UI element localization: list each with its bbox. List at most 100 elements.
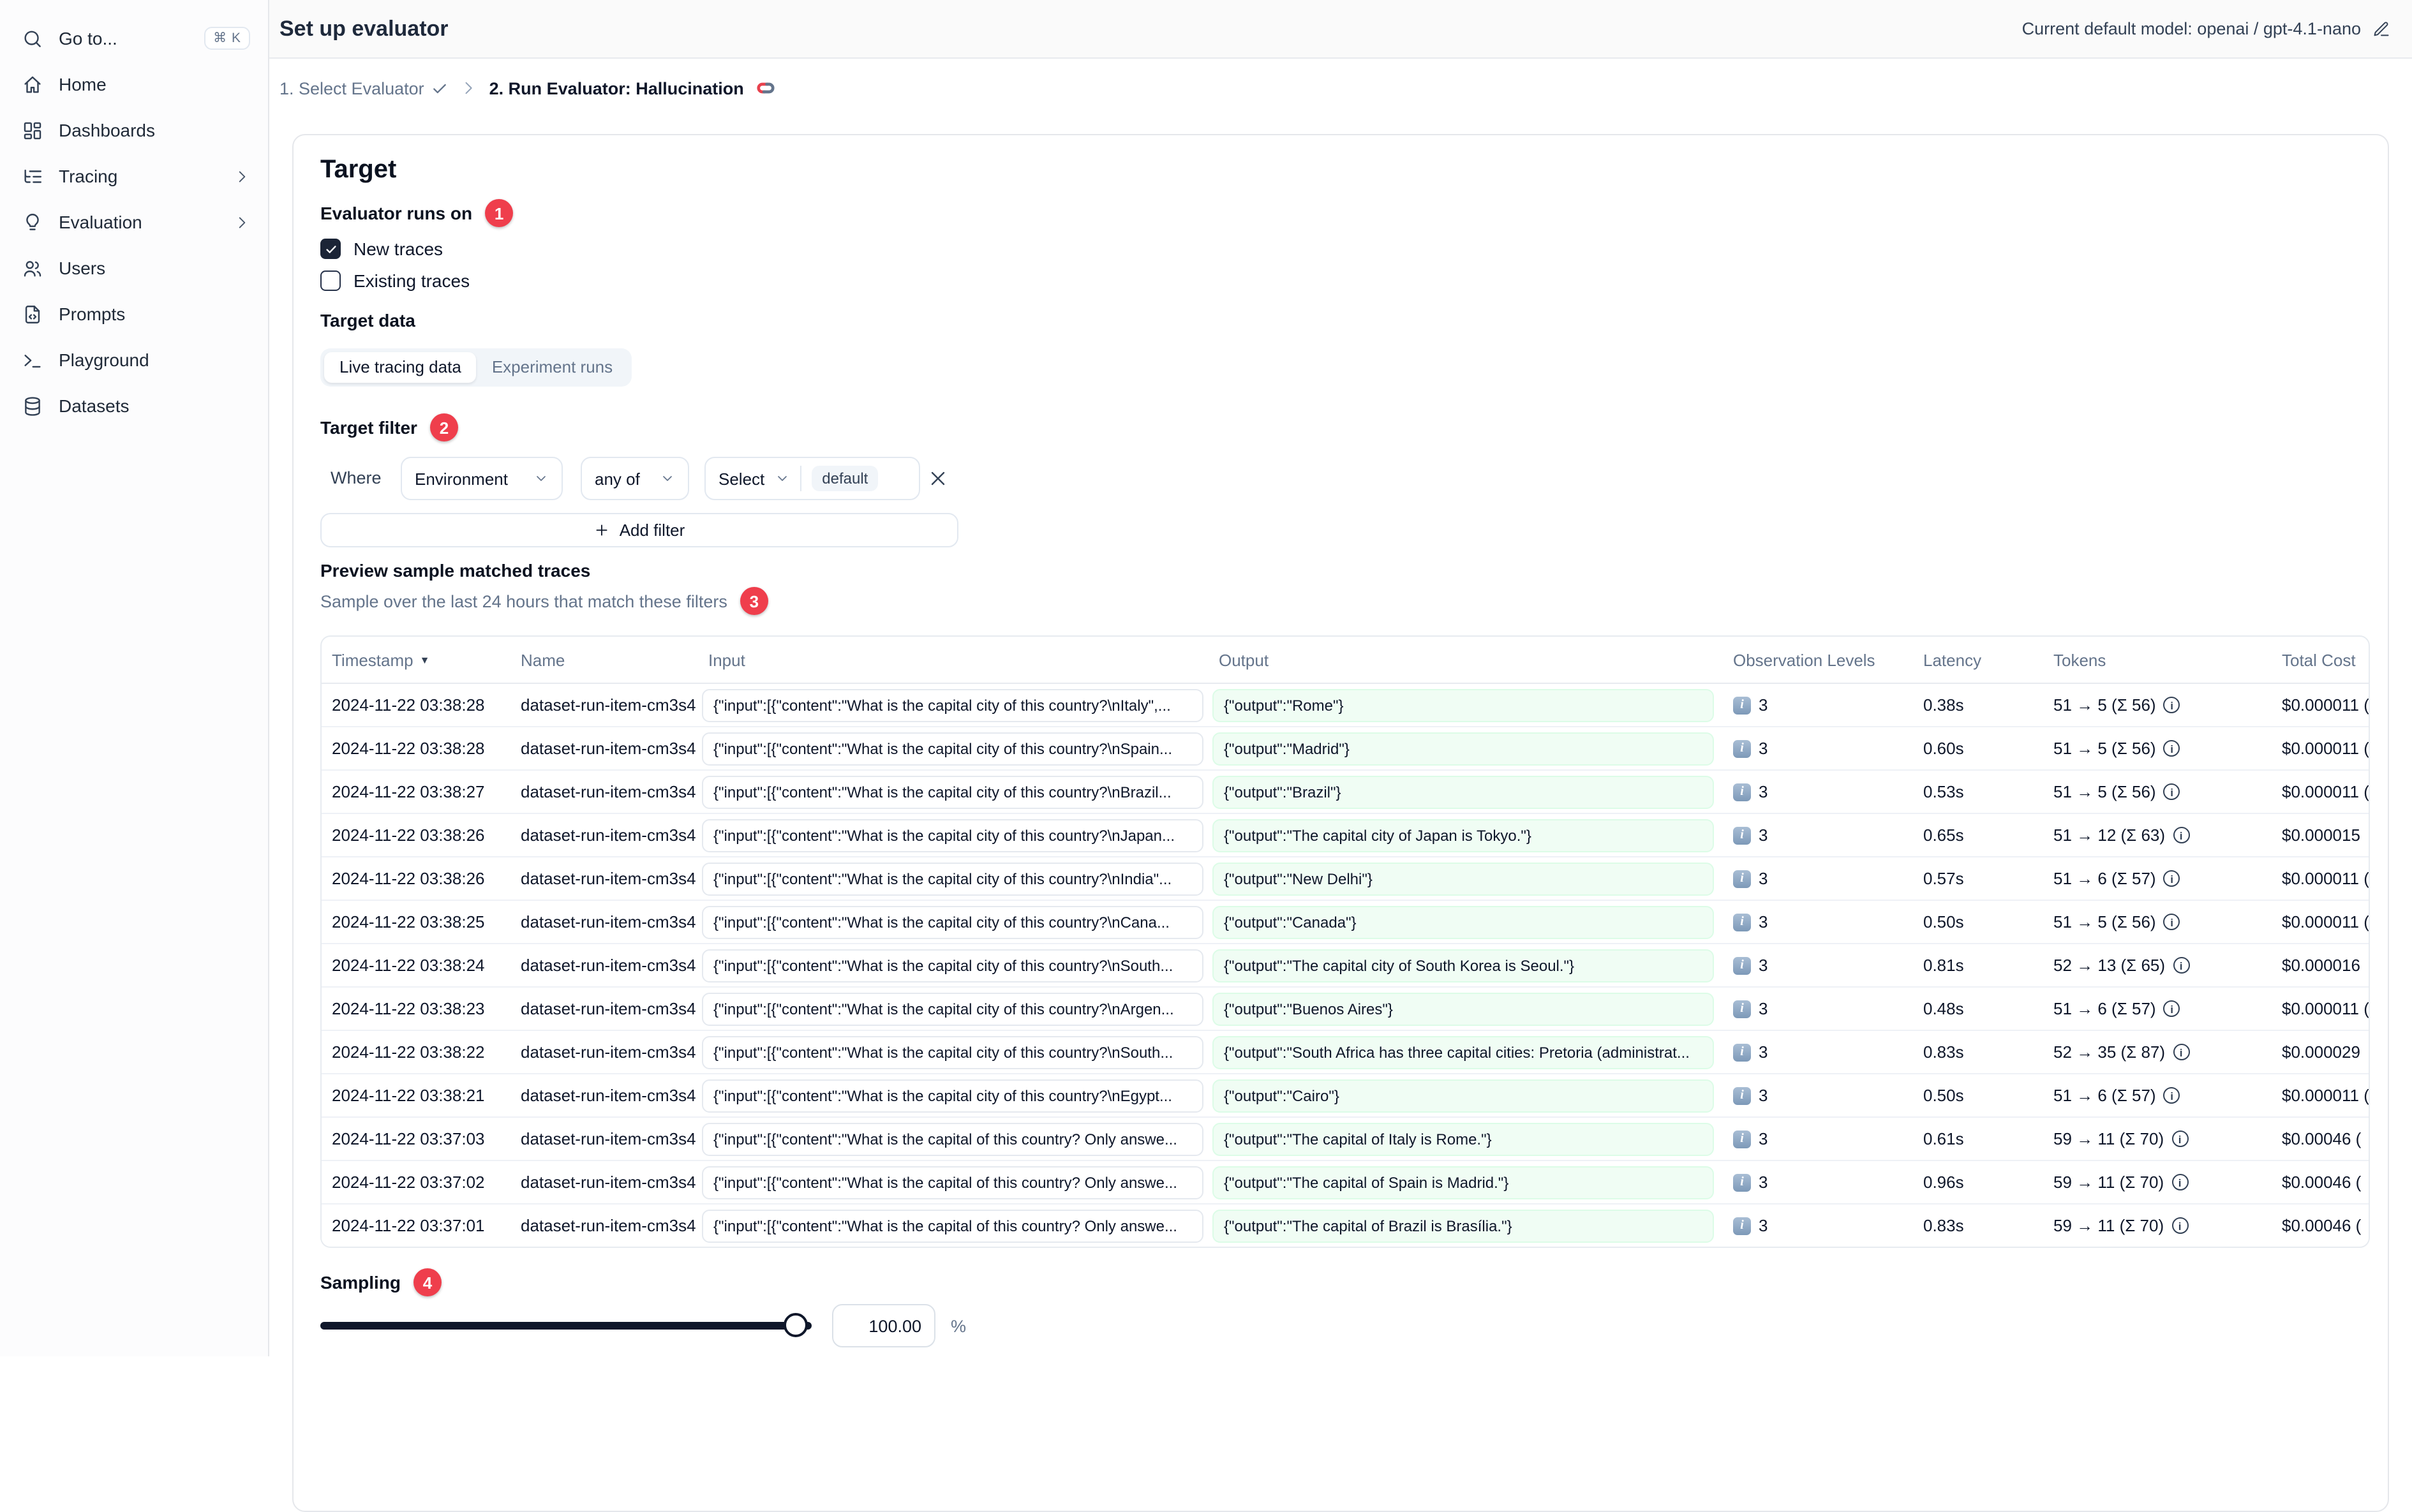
sampling-slider-track[interactable]	[320, 1322, 812, 1330]
input-chip[interactable]: {"input":[{"content":"What is the capita…	[702, 1209, 1203, 1242]
filter-value-select[interactable]: Select default	[704, 457, 920, 500]
input-chip[interactable]: {"input":[{"content":"What is the capita…	[702, 1122, 1203, 1155]
output-chip[interactable]: {"output":"The capital city of Japan is …	[1212, 819, 1714, 852]
divider	[800, 466, 802, 491]
input-chip[interactable]: {"input":[{"content":"What is the capita…	[702, 1035, 1203, 1069]
cell-latency: 0.50s	[1923, 912, 1964, 931]
output-chip[interactable]: {"output":"Canada"}	[1212, 905, 1714, 938]
cell-timestamp: 2024-11-22 03:38:28	[332, 739, 485, 758]
input-chip[interactable]: {"input":[{"content":"What is the capita…	[702, 905, 1203, 938]
input-chip[interactable]: {"input":[{"content":"What is the capita…	[702, 992, 1203, 1025]
info-emoji-icon: i	[1733, 1086, 1751, 1104]
cell-latency: 0.57s	[1923, 869, 1964, 888]
cell-timestamp: 2024-11-22 03:38:28	[332, 695, 485, 715]
cell-total-cost: $0.000011 (	[2282, 782, 2369, 801]
output-chip[interactable]: {"output":"Rome"}	[1212, 688, 1714, 722]
checkbox-existing-traces[interactable]: Existing traces	[320, 267, 470, 295]
table-row[interactable]: 2024-11-22 03:38:21 dataset-run-item-cm3s…	[322, 1074, 2369, 1118]
table-row[interactable]: 2024-11-22 03:38:27 dataset-run-item-cm3s…	[322, 771, 2369, 814]
cell-timestamp: 2024-11-22 03:38:22	[332, 1042, 485, 1062]
input-chip[interactable]: {"input":[{"content":"What is the capita…	[702, 862, 1203, 895]
knot-icon	[754, 77, 777, 100]
output-chip[interactable]: {"output":"The capital of Italy is Rome.…	[1212, 1122, 1714, 1155]
info-circle-icon: i	[2171, 1217, 2189, 1234]
chevron-down-icon	[775, 471, 790, 486]
table-row[interactable]: 2024-11-22 03:38:25 dataset-run-item-cm3s…	[322, 901, 2369, 944]
lightbulb-icon	[22, 211, 43, 233]
table-row[interactable]: 2024-11-22 03:37:03 dataset-run-item-cm3s…	[322, 1118, 2369, 1161]
output-chip[interactable]: {"output":"Madrid"}	[1212, 732, 1714, 765]
sidebar-item-prompts[interactable]: Prompts	[0, 291, 268, 337]
input-chip[interactable]: {"input":[{"content":"What is the capita…	[702, 819, 1203, 852]
input-chip[interactable]: {"input":[{"content":"What is the capita…	[702, 732, 1203, 765]
cell-input: {"input":[{"content":"What is the capita…	[698, 775, 1209, 808]
cell-name: dataset-run-item-cm3s4	[521, 739, 696, 758]
info-emoji-icon: i	[1733, 783, 1751, 801]
table-row[interactable]: 2024-11-22 03:38:28 dataset-run-item-cm3s…	[322, 727, 2369, 771]
input-chip[interactable]: {"input":[{"content":"What is the capita…	[702, 1079, 1203, 1112]
cell-latency: 0.61s	[1923, 1129, 1964, 1148]
checkbox-new-traces[interactable]: New traces	[320, 235, 443, 263]
info-circle-icon: i	[2171, 1130, 2189, 1147]
table-row[interactable]: 2024-11-22 03:38:28 dataset-run-item-cm3s…	[322, 684, 2369, 727]
tab-experiment-runs[interactable]: Experiment runs	[477, 352, 628, 383]
output-chip[interactable]: {"output":"The capital city of South Kor…	[1212, 949, 1714, 982]
cell-input: {"input":[{"content":"What is the capita…	[698, 1079, 1209, 1112]
column-header-observation-levels: Observation Levels	[1733, 650, 1875, 669]
output-chip[interactable]: {"output":"The capital of Brazil is Bras…	[1212, 1209, 1714, 1242]
cell-name: dataset-run-item-cm3s4	[521, 1173, 696, 1192]
output-chip[interactable]: {"output":"South Africa has three capita…	[1212, 1035, 1714, 1069]
cell-total-cost: $0.000029	[2282, 1042, 2360, 1062]
table-row[interactable]: 2024-11-22 03:38:22 dataset-run-item-cm3s…	[322, 1031, 2369, 1074]
cell-output: {"output":"New Delhi"}	[1209, 862, 1723, 895]
output-chip[interactable]: {"output":"New Delhi"}	[1212, 862, 1714, 895]
sidebar-item-tracing[interactable]: Tracing	[0, 153, 268, 199]
cell-tokens: 51 → 5 (Σ 56) i	[2043, 912, 2272, 931]
sampling-value-input[interactable]	[833, 1315, 934, 1337]
goto-search[interactable]: Go to... ⌘ K	[0, 15, 268, 61]
cell-observation-levels: i3	[1723, 869, 1913, 888]
column-header-timestamp[interactable]: Timestamp ▼	[322, 650, 510, 669]
output-chip[interactable]: {"output":"Brazil"}	[1212, 775, 1714, 808]
sidebar-item-datasets[interactable]: Datasets	[0, 383, 268, 429]
table-body: 2024-11-22 03:38:28 dataset-run-item-cm3s…	[322, 684, 2369, 1247]
checkbox-unchecked-icon	[320, 271, 341, 291]
edit-model-icon[interactable]	[2372, 20, 2390, 38]
output-chip[interactable]: {"output":"The capital of Spain is Madri…	[1212, 1166, 1714, 1199]
input-chip[interactable]: {"input":[{"content":"What is the capita…	[702, 949, 1203, 982]
sidebar-item-evaluation[interactable]: Evaluation	[0, 199, 268, 245]
input-chip[interactable]: {"input":[{"content":"What is the capita…	[702, 775, 1203, 808]
output-chip[interactable]: {"output":"Cairo"}	[1212, 1079, 1714, 1112]
sidebar-item-dashboards[interactable]: Dashboards	[0, 107, 268, 153]
breadcrumb-step1[interactable]: 1. Select Evaluator	[279, 78, 449, 98]
sidebar-item-playground[interactable]: Playground	[0, 337, 268, 383]
table-row[interactable]: 2024-11-22 03:37:02 dataset-run-item-cm3s…	[322, 1161, 2369, 1204]
filter-field-select[interactable]: Environment	[401, 457, 563, 500]
input-chip[interactable]: {"input":[{"content":"What is the capita…	[702, 1166, 1203, 1199]
info-emoji-icon: i	[1733, 1217, 1751, 1234]
input-chip[interactable]: {"input":[{"content":"What is the capita…	[702, 688, 1203, 722]
cell-total-cost: $0.000011 (	[2282, 999, 2369, 1018]
cell-total-cost: $0.000016	[2282, 956, 2360, 975]
filter-operator-select[interactable]: any of	[581, 457, 689, 500]
chevron-down-icon	[533, 471, 549, 486]
tab-live-tracing-data[interactable]: Live tracing data	[324, 352, 477, 383]
dashboard-grid-icon	[22, 119, 43, 141]
check-icon	[432, 80, 449, 96]
table-row[interactable]: 2024-11-22 03:38:23 dataset-run-item-cm3s…	[322, 988, 2369, 1031]
cell-name: dataset-run-item-cm3s4	[521, 1216, 696, 1235]
table-row[interactable]: 2024-11-22 03:38:24 dataset-run-item-cm3s…	[322, 944, 2369, 988]
sampling-slider-knob[interactable]	[784, 1313, 808, 1337]
sidebar-item-home[interactable]: Home	[0, 61, 268, 107]
add-filter-button[interactable]: Add filter	[320, 513, 958, 547]
info-emoji-icon: i	[1733, 739, 1751, 757]
sidebar-item-users[interactable]: Users	[0, 245, 268, 291]
output-chip[interactable]: {"output":"Buenos Aires"}	[1212, 992, 1714, 1025]
cell-input: {"input":[{"content":"What is the capita…	[698, 862, 1209, 895]
table-row[interactable]: 2024-11-22 03:37:01 dataset-run-item-cm3s…	[322, 1204, 2369, 1247]
table-row[interactable]: 2024-11-22 03:38:26 dataset-run-item-cm3s…	[322, 857, 2369, 901]
remove-filter-button[interactable]	[927, 467, 949, 490]
table-row[interactable]: 2024-11-22 03:38:26 dataset-run-item-cm3s…	[322, 814, 2369, 857]
cell-output: {"output":"Cairo"}	[1209, 1079, 1723, 1112]
cell-input: {"input":[{"content":"What is the capita…	[698, 688, 1209, 722]
